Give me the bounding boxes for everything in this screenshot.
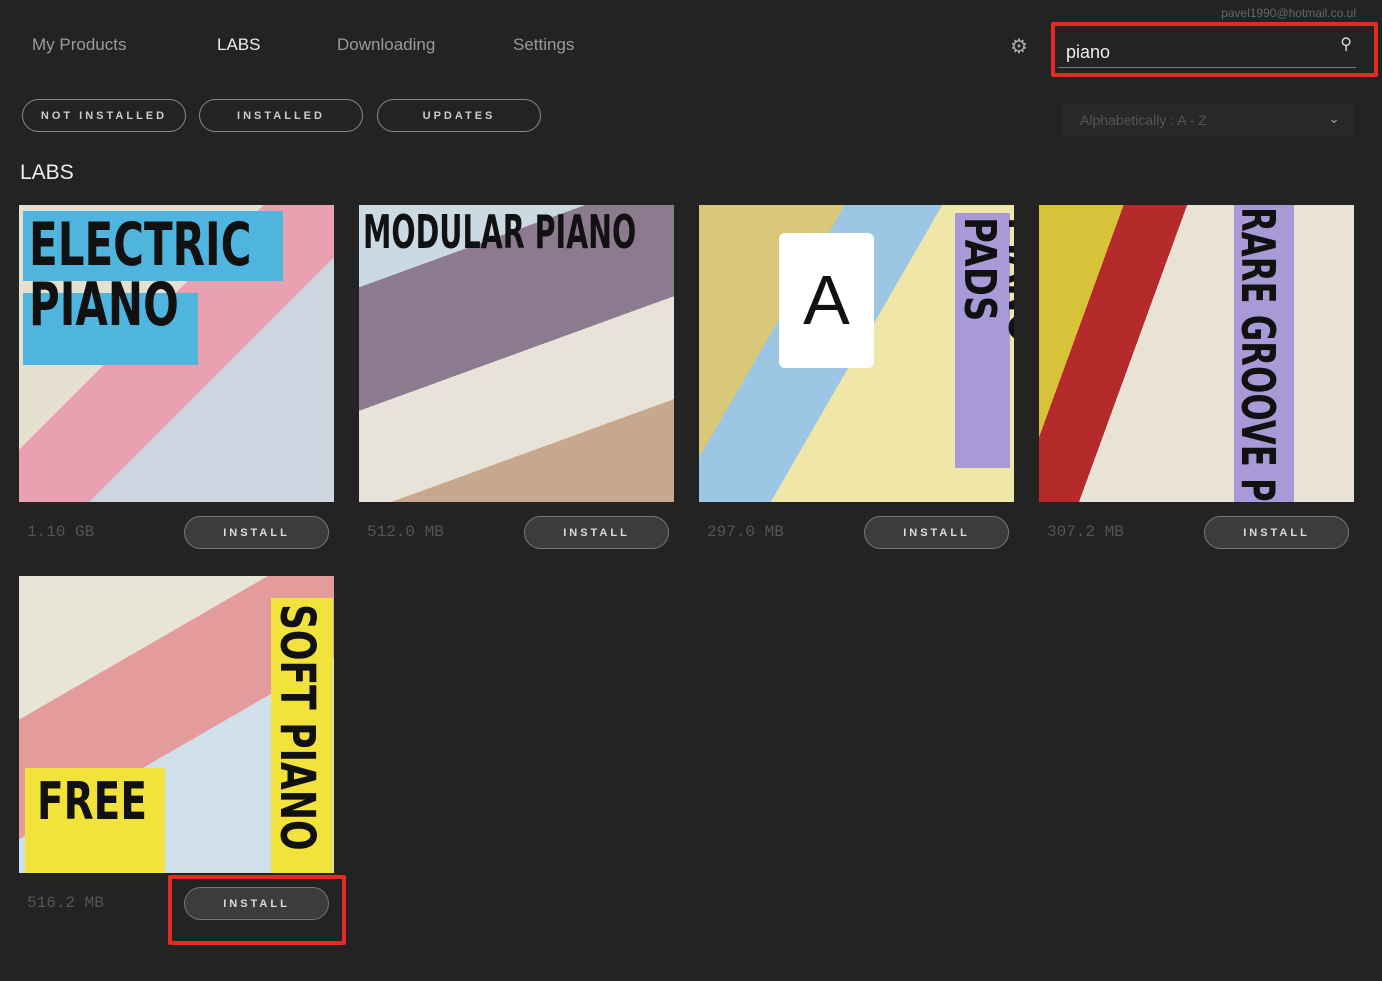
product-card: RARE GROOVE PIANO 307.2 MB INSTALL — [1039, 205, 1354, 549]
filter-updates[interactable]: UPDATES — [377, 99, 541, 132]
install-button[interactable]: INSTALL — [524, 516, 669, 549]
product-title: MODULAR PIANO — [363, 205, 637, 259]
tab-labs[interactable]: LABS — [217, 35, 260, 55]
product-size: 1.10 GB — [27, 523, 95, 541]
product-title: PIANO PADS — [954, 217, 1014, 343]
product-artwork[interactable]: RARE GROOVE PIANO — [1039, 205, 1354, 502]
sort-value: Alphabetically : A - Z — [1080, 112, 1207, 128]
product-card: FREE SOFT PIANO 516.2 MB INSTALL — [19, 576, 334, 920]
product-size: 297.0 MB — [707, 523, 784, 541]
product-size: 512.0 MB — [367, 523, 444, 541]
filter-installed[interactable]: INSTALLED — [199, 99, 363, 132]
install-button[interactable]: INSTALL — [864, 516, 1009, 549]
highlight-search — [1051, 22, 1378, 77]
tab-my-products[interactable]: My Products — [32, 35, 126, 55]
account-email: pavel1990@hotmail.co.ul — [1221, 6, 1356, 20]
tab-downloading[interactable]: Downloading — [337, 35, 435, 55]
filter-not-installed[interactable]: NOT INSTALLED — [22, 99, 186, 132]
product-title: RARE GROOVE PIANO — [1231, 207, 1285, 502]
product-size: 516.2 MB — [27, 894, 104, 912]
product-title: SOFT PIANO — [269, 604, 325, 851]
sort-dropdown[interactable]: Alphabetically : A - Z ⌄ — [1062, 104, 1354, 136]
product-card: ELECTRIC PIANO 1.10 GB INSTALL — [19, 205, 334, 549]
product-artwork[interactable]: A PIANO PADS — [699, 205, 1014, 502]
gear-icon[interactable]: ⚙ — [1010, 34, 1028, 59]
product-card: A PIANO PADS 297.0 MB INSTALL — [699, 205, 1014, 549]
install-button[interactable]: INSTALL — [184, 516, 329, 549]
install-button[interactable]: INSTALL — [1204, 516, 1349, 549]
tab-settings[interactable]: Settings — [513, 35, 574, 55]
product-artwork[interactable]: ELECTRIC PIANO — [19, 205, 334, 502]
product-artwork[interactable]: MODULAR PIANO — [359, 205, 674, 502]
section-title: LABS — [20, 161, 74, 184]
product-title: ELECTRIC PIANO — [29, 210, 252, 340]
highlight-install — [168, 875, 346, 945]
product-badge: FREE — [37, 772, 147, 832]
product-card: MODULAR PIANO 512.0 MB INSTALL — [359, 205, 674, 549]
product-artwork[interactable]: FREE SOFT PIANO — [19, 576, 334, 873]
product-size: 307.2 MB — [1047, 523, 1124, 541]
chevron-down-icon: ⌄ — [1328, 110, 1340, 126]
